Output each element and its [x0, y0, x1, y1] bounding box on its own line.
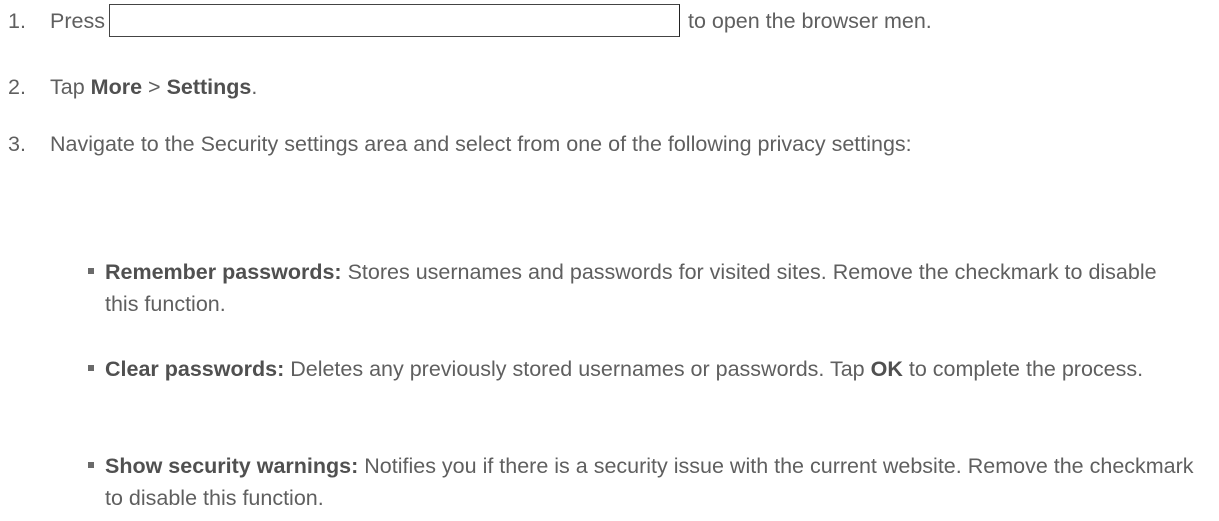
square-bullet-icon	[88, 268, 94, 274]
step-number: 3.	[8, 132, 26, 156]
square-bullet-icon	[88, 365, 94, 371]
bullet-title: Remember passwords:	[105, 260, 342, 284]
step-prefix: Tap	[50, 75, 85, 99]
ok-label: OK	[870, 357, 903, 381]
step-text: Press to open the browser men.	[50, 3, 1179, 39]
separator: >	[148, 75, 161, 99]
menu-key-image-placeholder	[108, 3, 680, 37]
step-suffix: to open the browser men.	[687, 9, 932, 33]
bullet-title: Clear passwords:	[105, 357, 285, 381]
bullet-title: Show security warnings:	[105, 454, 359, 478]
step-number: 2.	[8, 75, 26, 99]
bullet-text: Deletes any previously stored usernames …	[290, 357, 865, 381]
step-prefix: Press	[50, 9, 105, 33]
bullet-text-2: to complete the process.	[908, 357, 1144, 381]
bullet-remember-passwords: Remember passwords: Stores usernames and…	[88, 256, 1195, 320]
step-number: 1.	[8, 9, 26, 33]
step-text: Navigate to the Security settings area a…	[50, 132, 912, 156]
more-label: More	[90, 75, 143, 99]
square-bullet-icon	[88, 462, 94, 468]
step-text: Tap More > Settings.	[50, 71, 1179, 104]
bullet-clear-passwords: Clear passwords: Deletes any previously …	[88, 353, 1195, 385]
step-end: .	[251, 75, 258, 99]
settings-label: Settings	[166, 75, 252, 99]
bullet-show-security-warnings: Show security warnings: Notifies you if …	[88, 450, 1195, 514]
